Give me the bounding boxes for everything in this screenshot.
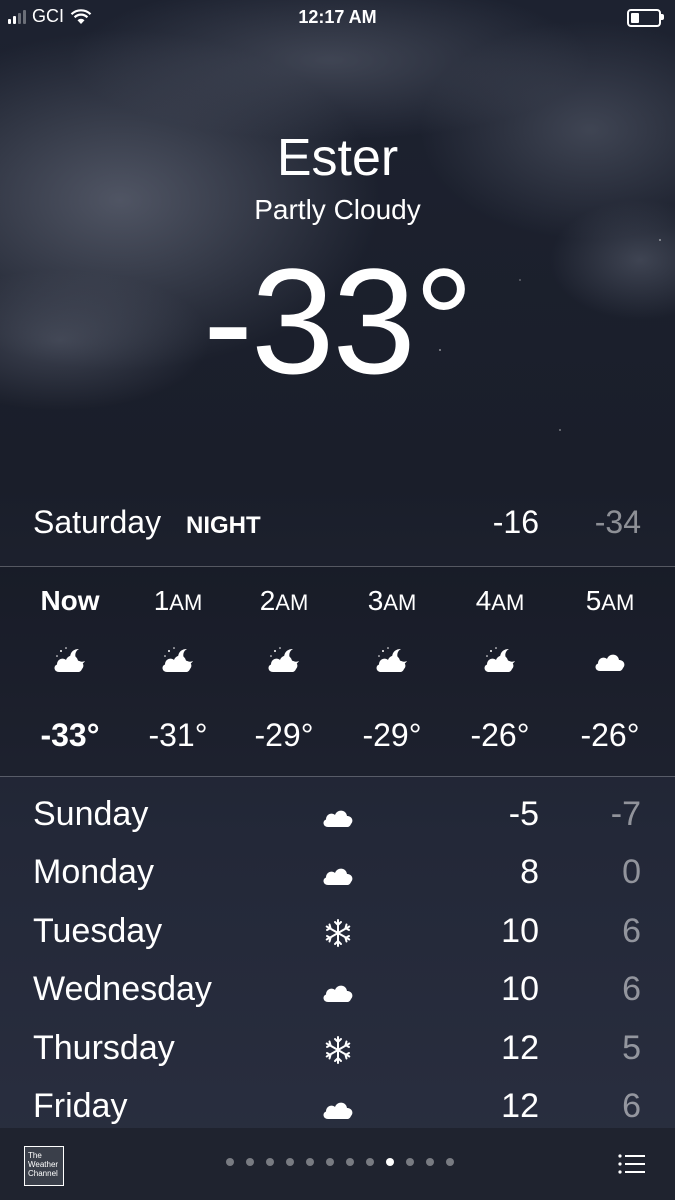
hour-label: 4AM: [475, 585, 525, 616]
status-time: 12:17 AM: [298, 7, 377, 27]
page-dot: [286, 1158, 294, 1166]
page-dot: [446, 1158, 454, 1166]
hour-temp: -33°: [40, 717, 100, 753]
hour-item: 5AM -26°: [556, 567, 664, 776]
hour-temp: -31°: [148, 717, 208, 753]
partly-cloudy-night-icon: [52, 645, 88, 675]
daily-low: 6: [622, 912, 641, 950]
daily-row: Thursday 12 5: [0, 1019, 675, 1077]
daily-day: Monday: [33, 853, 154, 891]
page-dot: [346, 1158, 354, 1166]
today-high: -16: [492, 504, 539, 540]
today-period: NIGHT: [186, 512, 261, 539]
battery-icon: [627, 9, 664, 27]
cloud-icon: [320, 859, 356, 889]
list-icon[interactable]: [617, 1152, 647, 1176]
cloud-icon: [592, 645, 628, 675]
daily-low: 6: [622, 1087, 641, 1125]
daily-row: Wednesday 10 6: [0, 960, 675, 1018]
page-dot: [246, 1158, 254, 1166]
today-low: -34: [594, 504, 641, 540]
daily-day: Sunday: [33, 795, 149, 833]
hour-temp: -29°: [362, 717, 422, 753]
hour-label: 3AM: [367, 585, 417, 616]
daily-high: 12: [501, 1087, 539, 1125]
hour-item: 4AM -26°: [446, 567, 554, 776]
daily-high: -5: [508, 795, 539, 833]
daily-high: 8: [520, 853, 539, 891]
page-dot: [426, 1158, 434, 1166]
snowflake-icon: [320, 918, 356, 948]
hour-label: 5AM: [585, 585, 635, 616]
hour-temp: -26°: [580, 717, 640, 753]
partly-cloudy-night-icon: [266, 645, 302, 675]
today-day: Saturday: [33, 504, 162, 540]
location-arrow-icon: [226, 1158, 234, 1166]
daily-row: Monday 8 0: [0, 843, 675, 901]
page-dot: [266, 1158, 274, 1166]
hour-label: Now: [40, 585, 100, 616]
hour-label: 1AM: [153, 585, 203, 616]
partly-cloudy-night-icon: [482, 645, 518, 675]
current-temperature: -33°: [203, 237, 474, 405]
daily-low: -7: [610, 795, 641, 833]
snowflake-icon: [320, 1035, 356, 1065]
cloud-icon: [320, 1093, 356, 1123]
cloud-icon: [320, 801, 356, 831]
daily-low: 0: [622, 853, 641, 891]
daily-high: 10: [501, 970, 539, 1008]
divider-bottom: [0, 776, 675, 777]
weather-channel-logo[interactable]: The Weather Channel: [24, 1146, 64, 1186]
hour-label: 2AM: [259, 585, 309, 616]
page-dot: [306, 1158, 314, 1166]
hour-item: 1AM -31°: [124, 567, 232, 776]
daily-day: Tuesday: [33, 912, 163, 950]
daily-low: 5: [622, 1029, 641, 1067]
page-dot-active: [386, 1158, 394, 1166]
partly-cloudy-night-icon: [160, 645, 196, 675]
hour-item: 2AM -29°: [230, 567, 338, 776]
daily-low: 6: [622, 970, 641, 1008]
daily-day: Wednesday: [33, 970, 212, 1008]
status-bar: GCI 12:17 AM: [0, 0, 675, 36]
current-condition: Partly Cloudy: [254, 194, 421, 225]
hour-item: Now -33°: [16, 567, 124, 776]
cloud-icon: [320, 976, 356, 1006]
daily-row: Tuesday 10 6: [0, 902, 675, 960]
page-dot: [366, 1158, 374, 1166]
hour-item: 3AM -29°: [338, 567, 446, 776]
hourly-forecast[interactable]: Now -33° 1AM -31° 2AM -29° 3AM -29° 4AM …: [0, 567, 675, 776]
daily-high: 10: [501, 912, 539, 950]
bottom-toolbar: The Weather Channel: [0, 1128, 675, 1200]
today-summary-row: Saturday NIGHT -16 -34: [0, 500, 675, 546]
city-name: Ester: [276, 129, 399, 187]
hour-temp: -26°: [470, 717, 530, 753]
hour-temp: -29°: [254, 717, 314, 753]
daily-day: Friday: [33, 1087, 128, 1125]
page-indicator[interactable]: [226, 1158, 454, 1166]
daily-day: Thursday: [33, 1029, 175, 1067]
page-dot: [326, 1158, 334, 1166]
daily-row: Sunday -5 -7: [0, 785, 675, 843]
partly-cloudy-night-icon: [374, 645, 410, 675]
daily-row: Friday 12 6: [0, 1077, 675, 1135]
daily-high: 12: [501, 1029, 539, 1067]
page-dot: [406, 1158, 414, 1166]
